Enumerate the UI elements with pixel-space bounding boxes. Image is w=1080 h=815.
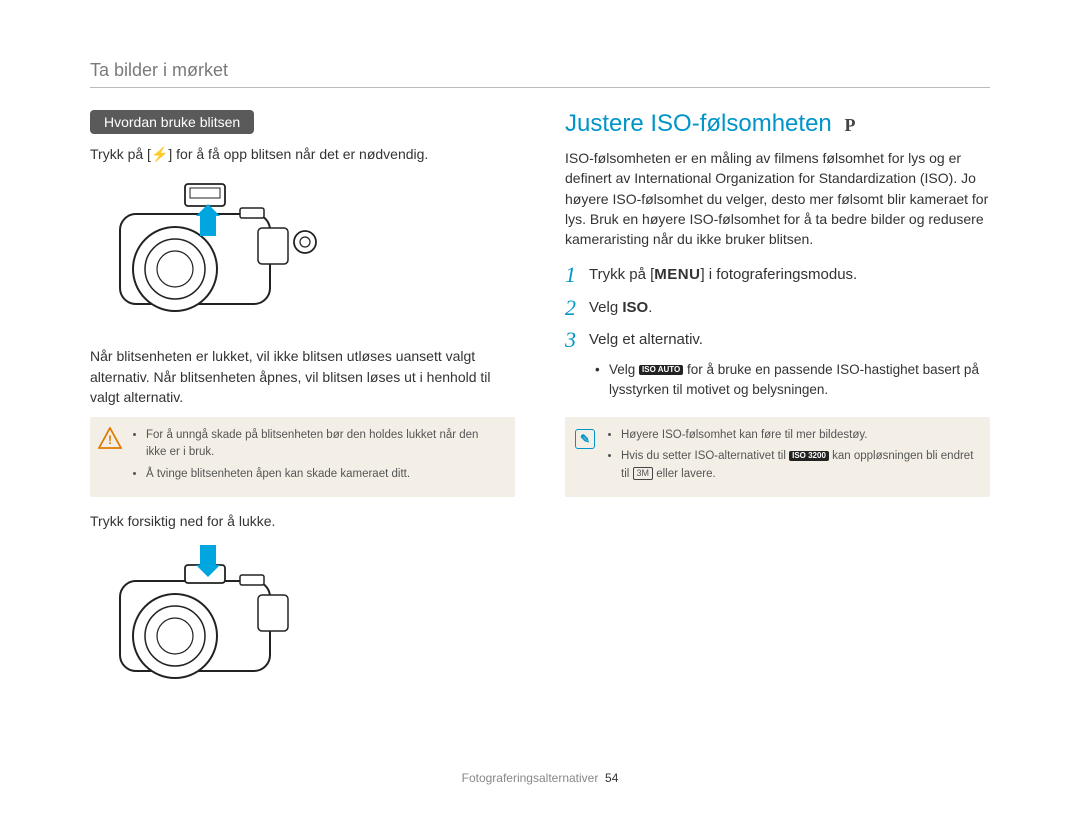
step2-c: . — [648, 299, 652, 316]
iso-3200-chip-icon: ISO 3200 — [789, 451, 829, 461]
step-number-1: 1 — [565, 263, 589, 287]
iso-steps-list: 1 Trykk på [MENU] i fotograferingsmodus.… — [565, 263, 990, 352]
flash-close-instruction: Trykk forsiktig ned for å lukke. — [90, 511, 515, 531]
right-column: Justere ISO-følsomheten P ISO-følsomhete… — [565, 110, 990, 713]
iso-auto-chip-icon: ISO AUTO — [639, 365, 683, 375]
warning-item-2: Å tvinge blitsenheten åpen kan skade kam… — [146, 466, 501, 483]
step-1: 1 Trykk på [MENU] i fotograferingsmodus. — [565, 263, 990, 287]
step1-a: Trykk på [ — [589, 266, 654, 283]
step1-b: ] i fotograferingsmodus. — [700, 266, 857, 283]
note2-c: eller lavere. — [653, 468, 716, 480]
footer-page-number: 54 — [605, 771, 618, 785]
step-number-3: 3 — [565, 328, 589, 352]
step-2: 2 Velg ISO. — [565, 296, 990, 320]
flash-section-chip: Hvordan bruke blitsen — [90, 110, 254, 134]
flash-up-arrow-icon — [200, 214, 216, 236]
flash-closed-text: Når blitsenheten er lukket, vil ikke bli… — [90, 346, 515, 407]
warning-triangle-icon: ! — [98, 427, 122, 449]
flash-down-arrow-icon — [200, 545, 216, 567]
svg-text:!: ! — [108, 433, 112, 447]
sub-a: Velg — [609, 362, 639, 377]
content-columns: Hvordan bruke blitsen Trykk på [⚡] for å… — [90, 110, 990, 713]
footer-section-label: Fotograferingsalternativer — [462, 771, 599, 785]
mode-p-badge: P — [844, 115, 855, 135]
step-3: 3 Velg et alternativ. — [565, 328, 990, 352]
flash-intro-text: Trykk på [⚡] for å få opp blitsen når de… — [90, 144, 515, 164]
flash-icon: ⚡ — [151, 146, 168, 162]
step2-iso-label: ISO — [622, 299, 648, 316]
camera-flash-open-illustration — [90, 174, 320, 334]
warning-item-1: For å unngå skade på blitsenheten bør de… — [146, 427, 501, 462]
iso-note-box: ✎ Høyere ISO-følsomhet kan føre til mer … — [565, 417, 990, 497]
iso-auto-sub-bullet: Velg ISO AUTO for å bruke en passende IS… — [595, 360, 990, 399]
iso-note-2: Hvis du setter ISO-alternativet til ISO … — [621, 448, 976, 483]
menu-key-label: MENU — [654, 266, 700, 283]
camera-flash-close-illustration — [90, 541, 320, 701]
iso-section-title: Justere ISO-følsomheten P — [565, 110, 990, 138]
warning-note-box: ! For å unngå skade på blitsenheten bør … — [90, 417, 515, 497]
intro-part-a: Trykk på [ — [90, 146, 151, 162]
iso-title-text: Justere ISO-følsomheten — [565, 110, 832, 137]
page-footer: Fotograferingsalternativer 54 — [0, 771, 1080, 785]
iso-intro-text: ISO-følsomheten er en måling av filmens … — [565, 148, 990, 249]
step3-text: Velg et alternativ. — [589, 328, 703, 348]
step2-a: Velg — [589, 299, 622, 316]
resolution-3m-chip-icon: 3M — [633, 467, 654, 480]
page-section-header: Ta bilder i mørket — [90, 60, 990, 88]
left-column: Hvordan bruke blitsen Trykk på [⚡] for å… — [90, 110, 515, 713]
note-info-icon: ✎ — [575, 429, 595, 449]
note2-a: Hvis du setter ISO-alternativet til — [621, 450, 789, 462]
intro-part-b: ] for å få opp blitsen når det er nødven… — [168, 146, 428, 162]
step-number-2: 2 — [565, 296, 589, 320]
iso-note-1: Høyere ISO-følsomhet kan føre til mer bi… — [621, 427, 976, 444]
